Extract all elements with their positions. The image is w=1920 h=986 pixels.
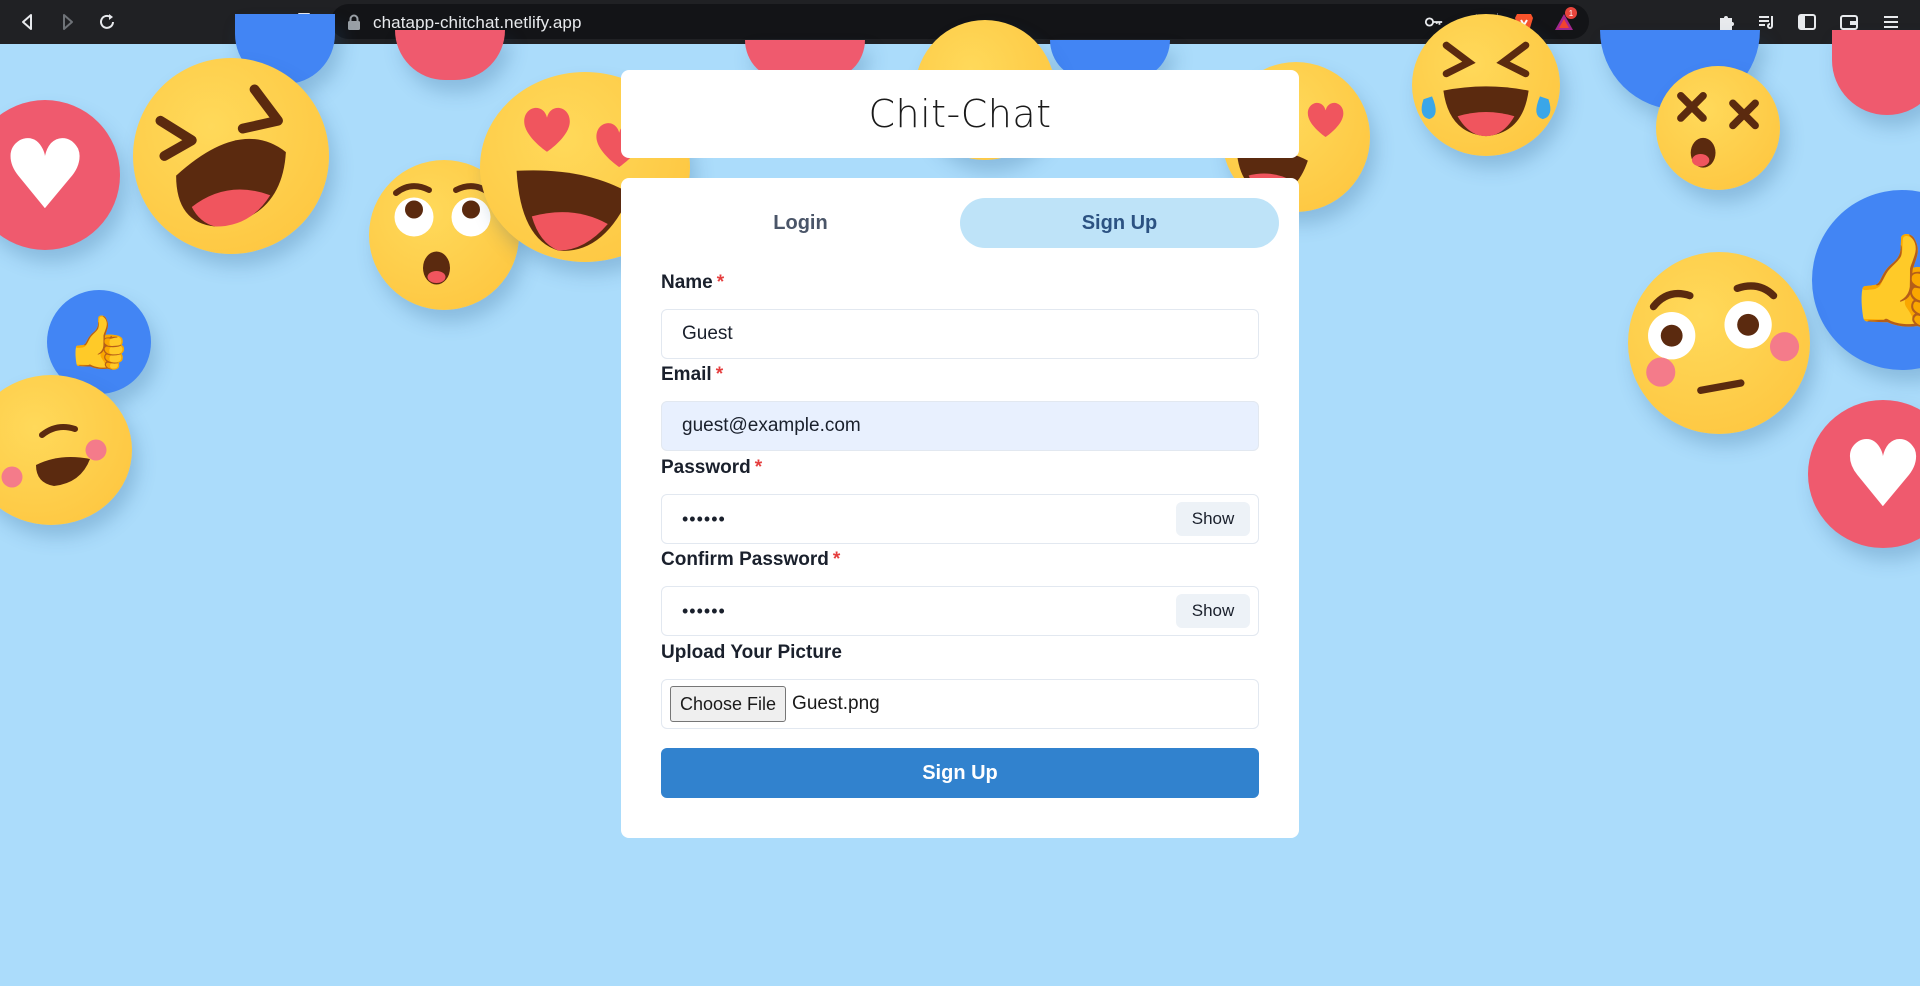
smiling-emoji xyxy=(0,375,132,525)
flushed-emoji xyxy=(1628,252,1810,434)
confirm-password-label-text: Confirm Password xyxy=(661,549,829,570)
auth-card: Login Sign Up Name * Guest Email * guest@e… xyxy=(621,178,1299,838)
heart-icon: ♥ xyxy=(1,119,89,231)
heart-icon: ♥ xyxy=(1841,420,1920,528)
rewards-badge: 1 xyxy=(1565,7,1577,19)
auth-tabs: Login Sign Up xyxy=(641,198,1279,248)
required-marker: * xyxy=(716,272,725,293)
picture-upload-field[interactable]: Choose File Guest.png xyxy=(661,679,1259,729)
dizzy-face-emoji xyxy=(1656,66,1780,190)
reload-icon[interactable] xyxy=(92,7,122,37)
selected-file-name: Guest.png xyxy=(792,693,880,714)
thumbs-up-icon: 👍 xyxy=(1845,227,1920,333)
lock-icon xyxy=(348,14,360,30)
crying-laughing-emoji xyxy=(1412,14,1560,156)
email-label-text: Email xyxy=(661,364,712,385)
name-label-text: Name xyxy=(661,272,713,293)
name-value: Guest xyxy=(682,323,733,344)
password-label-text: Password xyxy=(661,457,751,478)
app-title: Chit-Chat xyxy=(868,92,1052,136)
back-icon[interactable] xyxy=(13,7,43,37)
app-header: Chit-Chat xyxy=(621,70,1299,158)
password-value: •••••• xyxy=(682,508,726,529)
name-field[interactable]: Guest xyxy=(661,309,1259,359)
confirm-password-field[interactable]: •••••• Show xyxy=(661,586,1259,636)
password-show-button[interactable]: Show xyxy=(1176,502,1250,536)
upload-label-text: Upload Your Picture xyxy=(661,642,842,663)
heart-emoji: ♥ xyxy=(0,100,120,250)
required-marker: * xyxy=(715,364,724,385)
heart-emoji-partial xyxy=(1832,30,1920,115)
sidebar-icon[interactable] xyxy=(1794,9,1820,35)
confirm-password-value: •••••• xyxy=(682,600,726,621)
tab-login[interactable]: Login xyxy=(641,198,960,248)
signup-submit-button[interactable]: Sign Up xyxy=(661,748,1259,798)
required-marker: * xyxy=(832,549,841,570)
email-label: Email * xyxy=(661,364,723,386)
thumbs-up-emoji: 👍 xyxy=(1812,190,1920,370)
heart-emoji: ♥ xyxy=(1808,400,1920,548)
forward-icon[interactable] xyxy=(52,7,82,37)
confirm-password-label: Confirm Password * xyxy=(661,549,840,571)
name-label: Name * xyxy=(661,272,724,294)
email-field[interactable]: guest@example.com xyxy=(661,401,1259,451)
password-field[interactable]: •••••• Show xyxy=(661,494,1259,544)
upload-picture-label: Upload Your Picture xyxy=(661,642,842,664)
email-value: guest@example.com xyxy=(682,415,861,436)
required-marker: * xyxy=(754,457,763,478)
choose-file-button[interactable]: Choose File xyxy=(670,686,787,722)
confirm-password-show-button[interactable]: Show xyxy=(1176,594,1250,628)
laughing-emoji xyxy=(133,58,329,254)
tab-signup[interactable]: Sign Up xyxy=(960,198,1279,248)
password-label: Password * xyxy=(661,457,762,479)
